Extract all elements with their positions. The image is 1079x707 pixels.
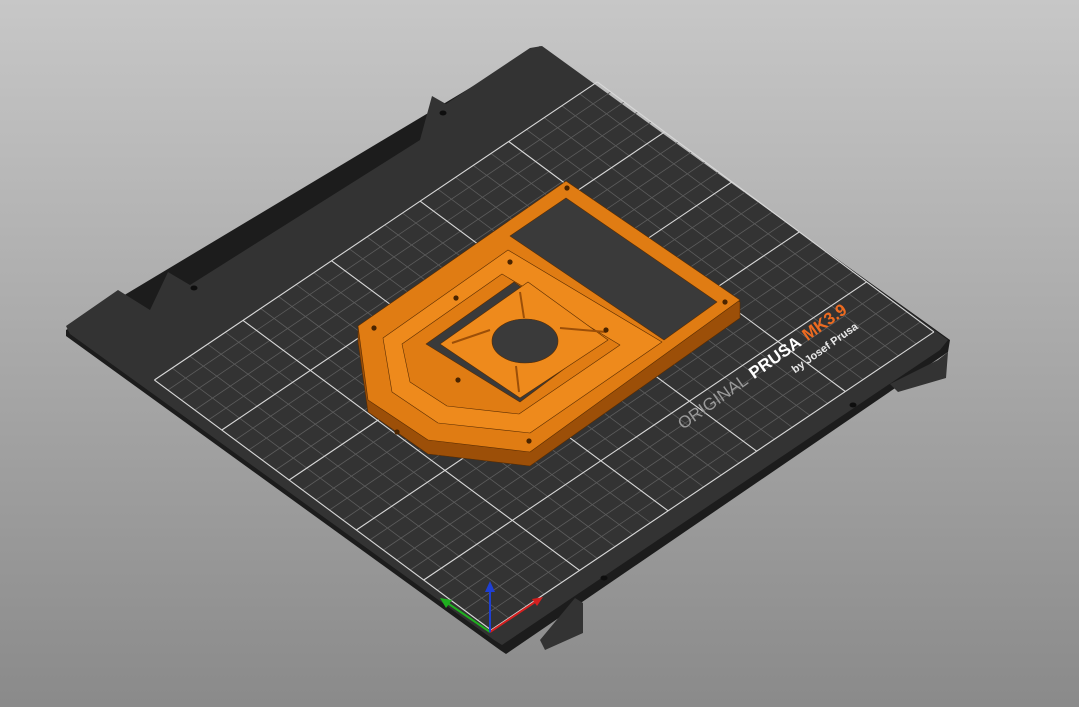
model-screw-hole — [453, 295, 459, 301]
model-screw-hole — [603, 327, 609, 333]
model-screw-hole — [371, 325, 377, 331]
model-screw-hole — [455, 377, 461, 383]
model-screw-hole — [507, 259, 513, 265]
bed-screw-hole — [849, 402, 857, 408]
3d-viewport[interactable]: ORIGINALPRUSAMK3.9 by Josef Prusa — [0, 0, 1079, 707]
bed-screw-hole — [439, 110, 447, 116]
model-center-hole — [491, 318, 559, 364]
model-screw-hole — [564, 185, 570, 191]
model-screw-hole — [722, 299, 728, 305]
model-screw-hole — [394, 429, 400, 435]
bed-screw-hole — [600, 575, 608, 581]
model-screw-hole — [526, 438, 532, 444]
bed-screw-hole — [190, 285, 198, 291]
3d-scene[interactable]: ORIGINALPRUSAMK3.9 by Josef Prusa — [0, 0, 1079, 707]
